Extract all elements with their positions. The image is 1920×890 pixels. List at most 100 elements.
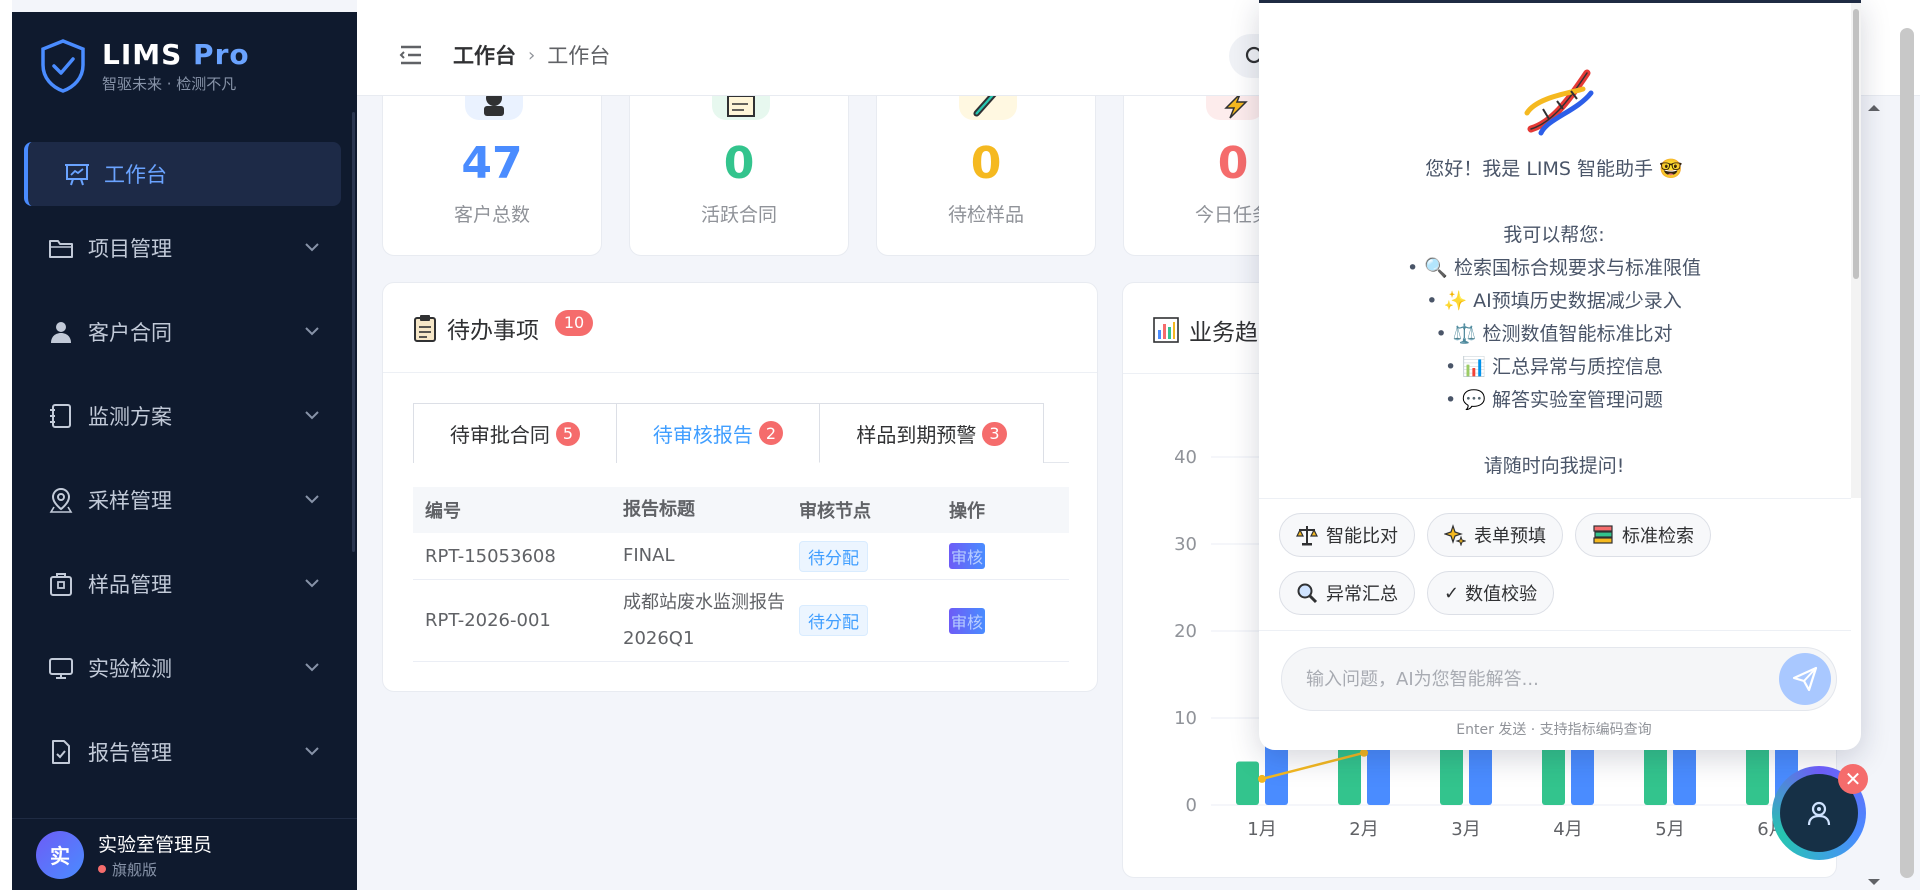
logo[interactable]: LIMS Pro 智驱未来 · 检测不凡 — [40, 36, 250, 96]
todo-tabs: 待审批合同 5 待审核报告 2 样品到期预警 3 — [413, 403, 1069, 463]
breadcrumb-root[interactable]: 工作台 — [453, 40, 516, 70]
memo-icon — [712, 96, 770, 120]
sidebar-menu: 工作台 项目管理 客户合同 监测方案 采样管理 样品管理 实验检测 报告管理 — [12, 130, 357, 794]
table-row[interactable]: RPT-15053608 FINAL 待分配 审核 — [413, 533, 1069, 580]
input-hint: Enter 发送 · 支持指标编码查询 — [1456, 722, 1652, 738]
review-button[interactable]: 审核 — [949, 543, 986, 569]
y-tick-label: 10 — [1174, 708, 1197, 729]
books-icon — [1592, 524, 1614, 546]
chip-form-prefill[interactable]: 表单预填 — [1427, 513, 1563, 557]
check-icon: ✓ — [1444, 582, 1460, 604]
sidebar-scrollbar[interactable] — [352, 112, 355, 552]
sidebar-item-projects[interactable]: 项目管理 — [12, 206, 357, 290]
sidebar-item-label: 样品管理 — [88, 573, 172, 597]
window-edge — [0, 0, 12, 890]
robot-icon — [1807, 801, 1831, 826]
capability-item: • 📊 汇总异常与质控信息 — [1445, 356, 1663, 378]
menu-fold-icon[interactable] — [399, 44, 423, 66]
location-icon — [48, 487, 74, 513]
chevron-down-icon — [305, 747, 319, 756]
chevron-down-icon — [305, 579, 319, 588]
chevron-down-icon — [305, 495, 319, 504]
x-tick-label: 3月 — [1451, 819, 1480, 840]
review-button[interactable]: 审核 — [949, 607, 986, 634]
plan-badge: 旗舰版 — [98, 859, 212, 880]
page-scrollbar[interactable] — [1900, 28, 1914, 878]
capability-item: • ✨ AI预填历史数据减少录入 — [1426, 290, 1682, 312]
customers-icon — [465, 96, 523, 120]
table-row[interactable]: RPT-2026-001 成都站废水监测报告2026Q1 待分配 审核 — [413, 580, 1069, 662]
scroll-down-arrow-icon[interactable] — [1866, 874, 1882, 890]
tab-pending-contracts[interactable]: 待审批合同 5 — [413, 403, 617, 463]
avatar: 实 — [36, 830, 84, 879]
todo-header: 待办事项 10 — [383, 283, 1097, 373]
chevron-down-icon — [305, 663, 319, 672]
series-point — [1360, 748, 1368, 757]
dna-icon — [1524, 69, 1594, 136]
sidebar-item-label: 工作台 — [104, 163, 167, 187]
sidebar-item-contracts[interactable]: 客户合同 — [12, 290, 357, 374]
presentation-icon — [64, 161, 90, 187]
chevron-down-icon — [305, 327, 319, 336]
table-header: 编号 报告标题 审核节点 操作 — [413, 487, 1069, 533]
clipboard-icon — [414, 314, 436, 342]
sidebar-item-workbench[interactable]: 工作台 — [24, 142, 341, 206]
chat-input[interactable] — [1281, 647, 1837, 711]
report-title: 成都站废水监测报告2026Q1 — [623, 591, 785, 649]
ai-assistant-panel: 您好！我是 LIMS 智能助手 🤓 我可以帮您: • 🔍 检索国标合规要求与标准… — [1259, 0, 1861, 750]
breadcrumb-separator: › — [528, 44, 536, 66]
chip-value-check[interactable]: ✓ 数值校验 — [1427, 571, 1555, 615]
tab-pending-reports[interactable]: 待审核报告 2 — [617, 403, 820, 463]
todo-title: 待办事项 — [447, 317, 539, 344]
sidebar-item-label: 采样管理 — [88, 489, 172, 513]
tab-count-badge: 5 — [555, 421, 581, 446]
capability-item: • ⚖️ 检测数值智能标准比对 — [1435, 323, 1673, 345]
folder-icon — [48, 235, 74, 261]
stat-label: 客户总数 — [453, 204, 530, 226]
sidebar-item-samples[interactable]: 样品管理 — [12, 542, 357, 626]
chip-standard-search[interactable]: 标准检索 — [1575, 513, 1711, 557]
app-subtitle: 智驱未来 · 检测不凡 — [102, 75, 237, 93]
sidebar-item-sampling[interactable]: 采样管理 — [12, 458, 357, 542]
send-button[interactable] — [1779, 653, 1831, 705]
x-tick-label: 1月 — [1247, 819, 1276, 840]
scale-icon — [1296, 524, 1318, 546]
lightning-icon — [1206, 96, 1264, 120]
stat-card-samples[interactable]: 0 待检样品 — [876, 96, 1096, 256]
sidebar-item-label: 实验检测 — [88, 657, 172, 681]
breadcrumb-current: 工作台 — [547, 44, 611, 68]
send-icon — [1792, 666, 1818, 692]
assistant-welcome-message: 您好！我是 LIMS 智能助手 🤓 我可以帮您: • 🔍 检索国标合规要求与标准… — [1259, 153, 1849, 483]
chip-smart-compare[interactable]: 智能比对 — [1279, 513, 1415, 557]
scrollbar-thumb[interactable] — [1853, 9, 1859, 279]
sidebar-item-monitoring-plan[interactable]: 监测方案 — [12, 374, 357, 458]
stat-card-contracts[interactable]: 0 活跃合同 — [629, 96, 849, 256]
sidebar: LIMS Pro 智驱未来 · 检测不凡 工作台 项目管理 客户合同 监测方案 … — [12, 12, 357, 890]
column-header: 审核节点 — [799, 501, 871, 522]
tab-count-badge: 2 — [758, 421, 784, 445]
sidebar-item-reports[interactable]: 报告管理 — [12, 710, 357, 794]
todo-panel: 待办事项 10 待审批合同 5 待审核报告 2 样品到期预警 3 编号 报告标题 审核… — [382, 282, 1098, 692]
sidebar-item-lab-testing[interactable]: 实验检测 — [12, 626, 357, 710]
stat-card-customers[interactable]: 47 客户总数 — [382, 96, 602, 256]
x-tick-label: 2月 — [1349, 819, 1378, 840]
sidebar-item-label: 报告管理 — [88, 741, 172, 765]
status-badge: 待分配 — [799, 605, 868, 636]
close-assistant-button[interactable]: ✕ — [1838, 764, 1868, 794]
assistant-scrollbar[interactable] — [1851, 3, 1861, 498]
notebook-icon — [48, 403, 74, 429]
divider — [1259, 630, 1851, 631]
user-profile[interactable]: 实 实验室管理员 旗舰版 — [12, 818, 357, 890]
column-header: 编号 — [425, 501, 461, 522]
column-header: 报告标题 — [623, 499, 695, 520]
chip-anomaly-summary[interactable]: 异常汇总 — [1279, 571, 1415, 615]
y-tick-label: 30 — [1174, 534, 1197, 555]
report-table: 编号 报告标题 审核节点 操作 RPT-15053608 FINAL 待分配 审… — [413, 487, 1069, 662]
capability-item: • 💬 解答实验室管理问题 — [1445, 389, 1663, 411]
scroll-up-arrow-icon[interactable] — [1866, 100, 1882, 116]
stat-value: 0 — [723, 138, 755, 189]
tab-sample-expiry[interactable]: 样品到期预警 3 — [820, 403, 1044, 463]
bar-chart-icon — [1153, 317, 1179, 343]
y-tick-label: 20 — [1174, 621, 1197, 642]
stat-label: 待检样品 — [947, 204, 1024, 226]
